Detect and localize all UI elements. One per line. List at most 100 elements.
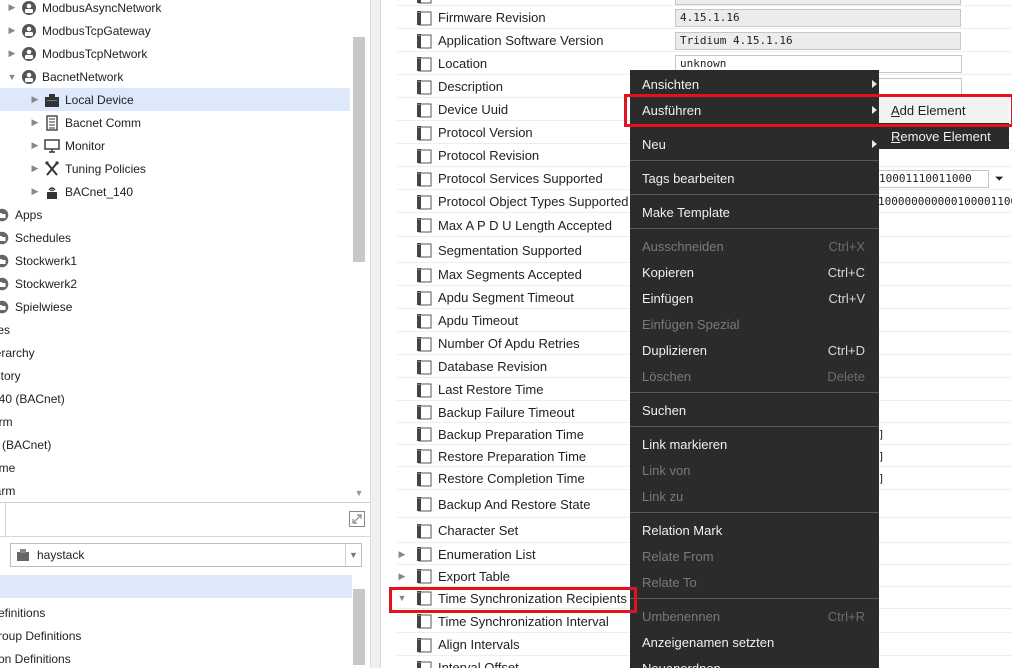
property-value-text: 100000000000100001100 (878, 195, 1012, 208)
property-icon (416, 590, 432, 606)
folder-icon (0, 276, 10, 292)
menu-item-ausf-hren[interactable]: Ausführen (630, 97, 879, 123)
chevron-down-icon[interactable]: ▼ (345, 544, 361, 566)
nav-scrollbar-thumb[interactable] (353, 37, 365, 262)
palette-item[interactable]: roup Definitions (0, 624, 352, 647)
property-name: Max Segments Accepted (438, 267, 582, 282)
property-value-field[interactable]: 10001110011000 (874, 169, 989, 188)
tree-item-apps[interactable]: Apps (0, 203, 350, 226)
palette-select[interactable]: haystack ▼ (10, 543, 362, 567)
menu-separator (630, 194, 879, 195)
menu-item-relation-mark[interactable]: Relation Mark (630, 517, 879, 543)
tree-item-stockwerk1[interactable]: Stockwerk1 (0, 249, 350, 272)
menu-item-ansichten[interactable]: Ansichten (630, 71, 879, 97)
property-name: Align Intervals (438, 637, 520, 652)
property-name: Restore Preparation Time (438, 448, 587, 464)
tree-item-iles[interactable]: iles (0, 318, 350, 341)
menu-separator (630, 126, 879, 127)
tree-item-orm[interactable]: orm (0, 410, 350, 433)
tree-item-bacnet-140[interactable]: ▶ BACnet_140 (0, 180, 350, 203)
tree-item-monitor[interactable]: ▶ Monitor (0, 134, 350, 157)
submenu-item-remove-element[interactable]: Remove Element (879, 123, 1009, 149)
tree-item-modbusasyncnetwork[interactable]: ▶ ModbusAsyncNetwork (0, 0, 350, 19)
property-name: Protocol Revision (438, 148, 540, 163)
chevron-right-icon[interactable]: ▶ (29, 163, 41, 174)
chevron-right-icon[interactable]: ▶ (6, 25, 18, 36)
chevron-right-icon[interactable]: ▶ (29, 140, 41, 151)
property-row-application-software-version[interactable]: Application Software Version Tridium 4.15… (381, 29, 1012, 52)
tree-item-stockwerk2[interactable]: Stockwerk2 (0, 272, 350, 295)
palette-item-label: on Definitions (0, 651, 71, 666)
bacnet-device-icon (44, 184, 60, 200)
tree-item-ierarchy[interactable]: ierarchy (0, 341, 350, 364)
property-icon (416, 568, 432, 584)
chevron-down-icon[interactable]: ▼ (397, 593, 407, 603)
menu-item-label: Make Template (642, 204, 730, 220)
tree-item-larm[interactable]: larm (0, 479, 350, 502)
menu-item-duplizieren[interactable]: Duplizieren Ctrl+D (630, 337, 879, 363)
tree-item-140-bacnet[interactable]: 140 (BACnet) (0, 387, 350, 410)
property-icon (416, 523, 432, 539)
palette-select-value: haystack (37, 548, 85, 562)
tree-item-modbustcpgateway[interactable]: ▶ ModbusTcpGateway (0, 19, 350, 42)
dropdown-arrow-icon[interactable]: ⏷ (995, 172, 1004, 186)
chevron-right-icon[interactable]: ▶ (6, 2, 18, 13)
property-name: Protocol Object Types Supported (438, 194, 629, 209)
tree-item-tuning-policies[interactable]: ▶ Tuning Policies (0, 157, 350, 180)
tree-item-label: iles (0, 322, 11, 337)
submenu-item-label: emove Element (900, 128, 991, 144)
menu-item-einf-gen[interactable]: Einfügen Ctrl+V (630, 285, 879, 311)
menu-item-kopieren[interactable]: Kopieren Ctrl+C (630, 259, 879, 285)
property-name: Restore Completion Time (438, 471, 585, 486)
restore-window-icon[interactable] (349, 511, 365, 527)
pane-splitter[interactable] (370, 0, 381, 668)
menu-item-anzeigenamen-setzten[interactable]: Anzeigenamen setzten (630, 629, 879, 655)
menu-item-neuanordnen[interactable]: Neuanordnen (630, 655, 879, 668)
tree-item-bacnetnetwork[interactable]: ▼ BacnetNetwork (0, 65, 350, 88)
menu-item-tags-bearbeiten[interactable]: Tags bearbeiten (630, 165, 879, 191)
tree-item-schedules[interactable]: Schedules (0, 226, 350, 249)
menu-item-relate-from: Relate From (630, 543, 879, 569)
chevron-right-icon[interactable]: ▶ (397, 549, 407, 560)
tree-item-ome[interactable]: ome (0, 456, 350, 479)
tree-item-istory[interactable]: istory (0, 364, 350, 387)
property-icon (416, 148, 432, 164)
property-value-field[interactable]: 4.15.1.16 (675, 8, 961, 27)
property-value-field[interactable]: Tridium 4.15.1.16 (675, 31, 961, 50)
menu-item-label: Relation Mark (642, 522, 723, 538)
chevron-right-icon[interactable]: ▶ (29, 94, 41, 105)
menu-separator (630, 392, 879, 393)
property-row-firmware-revision[interactable]: Firmware Revision 4.15.1.16 (381, 6, 1012, 29)
tree-item-local-device[interactable]: ▶ Local Device (0, 88, 350, 111)
chevron-right-icon[interactable]: ▶ (29, 117, 41, 128)
tree-item-bacnet-comm[interactable]: ▶ Bacnet Comm (0, 111, 350, 134)
menu-item-label: Kopieren (642, 264, 695, 280)
palette-scrollbar-thumb[interactable] (353, 589, 365, 665)
submenu-item-add-element[interactable]: Add Element (879, 97, 1009, 123)
tree-item-n-bacnet[interactable]: n (BACnet) (0, 433, 350, 456)
palette-toolbar (0, 503, 370, 537)
menu-item-shortcut: Ctrl+D (827, 342, 865, 358)
menu-separator (630, 426, 879, 427)
chevron-right-icon[interactable]: ▶ (6, 48, 18, 59)
property-icon (416, 546, 432, 562)
property-icon (416, 0, 432, 4)
tree-item-modbustcpnetwork[interactable]: ▶ ModbusTcpNetwork (0, 42, 350, 65)
property-value-field[interactable] (675, 0, 961, 5)
chevron-down-icon[interactable]: ▼ (6, 72, 18, 82)
scroll-down-icon[interactable]: ▼ (353, 488, 365, 498)
property-name: Apdu Segment Timeout (438, 290, 574, 305)
property-name: Application Software Version (438, 33, 604, 48)
menu-item-label: Neuanordnen (642, 660, 721, 668)
menu-item-link-markieren[interactable]: Link markieren (630, 431, 879, 457)
chevron-right-icon[interactable]: ▶ (29, 186, 41, 197)
chevron-right-icon[interactable]: ▶ (397, 571, 407, 582)
tree-item-spielwiese[interactable]: Spielwiese (0, 295, 350, 318)
palette-item[interactable]: on Definitions (0, 647, 352, 668)
menu-item-make-template[interactable]: Make Template (630, 199, 879, 225)
property-icon (416, 359, 432, 375)
menu-item-neu[interactable]: Neu (630, 131, 879, 157)
palette-item[interactable]: efinitions (0, 601, 352, 624)
palette-item[interactable] (0, 575, 352, 598)
menu-item-suchen[interactable]: Suchen (630, 397, 879, 423)
